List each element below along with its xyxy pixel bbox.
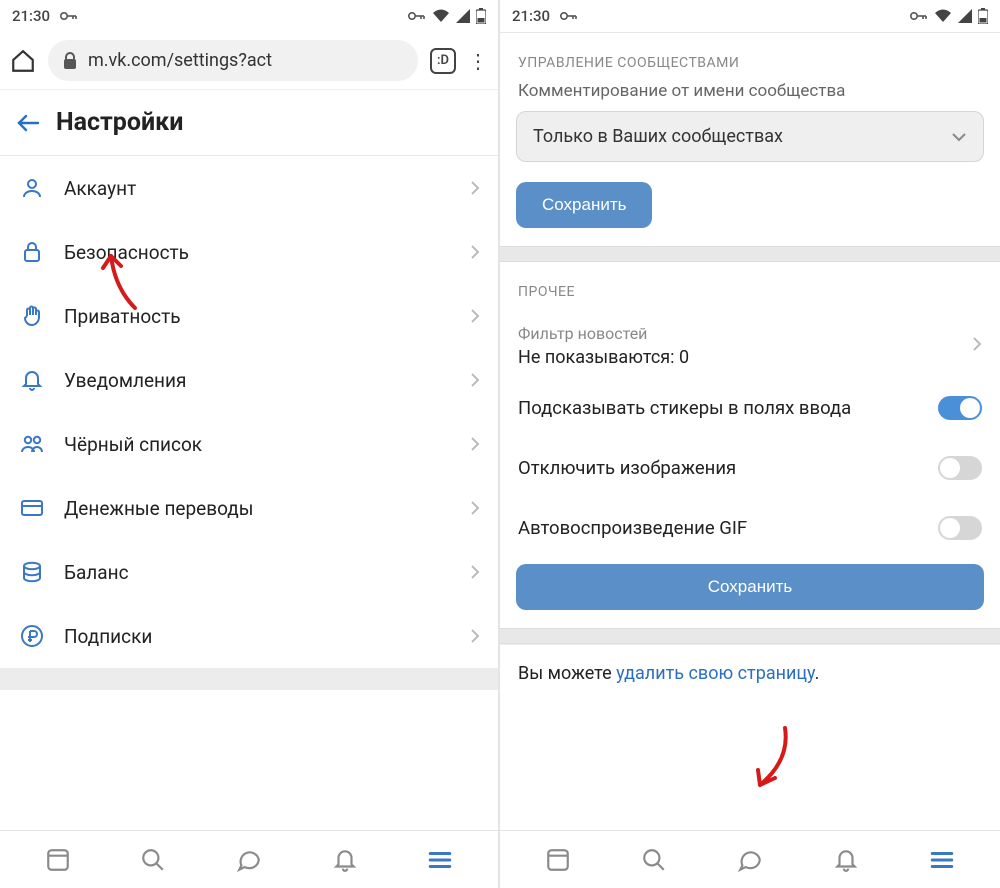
chevron-right-icon — [470, 500, 480, 516]
bell-icon — [18, 368, 46, 392]
settings-item-label: Аккаунт — [64, 177, 452, 200]
lock-icon — [62, 52, 78, 70]
battery-icon — [476, 8, 486, 24]
ruble-icon — [18, 624, 46, 648]
settings-item-label: Денежные переводы — [64, 497, 452, 520]
comment-select[interactable]: Только в Ваших сообществах — [516, 111, 984, 162]
tab-switcher[interactable]: :D — [430, 48, 456, 74]
status-icons — [910, 8, 988, 24]
url-text: m.vk.com/settings?act — [88, 50, 272, 71]
toggle-label: Автовоспроизведение GIF — [518, 517, 747, 539]
nav-menu-icon[interactable] — [427, 849, 453, 871]
nav-notifications-icon[interactable] — [332, 847, 358, 873]
delete-suffix: . — [815, 663, 820, 684]
news-filter-label: Фильтр новостей — [518, 324, 982, 343]
news-filter-row[interactable]: Фильтр новостей Не показываются: 0 — [500, 310, 1000, 378]
url-bar[interactable]: m.vk.com/settings?act — [48, 40, 418, 81]
coins-icon — [18, 560, 46, 584]
comment-label: Комментирование от имени сообщества — [500, 81, 1000, 111]
settings-item-label: Чёрный список — [64, 433, 452, 456]
save-button[interactable]: Сохранить — [516, 564, 984, 610]
toggle-images-row[interactable]: Отключить изображения — [500, 438, 1000, 498]
toggle-stickers-row[interactable]: Подсказывать стикеры в полях ввода — [500, 378, 1000, 438]
settings-item-label: Баланс — [64, 561, 452, 584]
clock: 21:30 — [12, 7, 50, 25]
card-icon — [18, 496, 46, 520]
chevron-right-icon — [470, 308, 480, 324]
battery-icon — [978, 8, 988, 24]
phone-right: 21:30 УПРАВЛЕНИЕ СООБЩЕСТВАМИ Комментиро… — [500, 0, 1000, 888]
chevron-right-icon — [470, 628, 480, 644]
key-icon — [560, 11, 578, 21]
nav-messages-icon[interactable] — [737, 847, 763, 873]
key-icon — [60, 11, 78, 21]
toggle-switch[interactable] — [938, 516, 982, 540]
delete-page-link[interactable]: удалить свою страницу — [616, 663, 815, 684]
settings-item-blacklist[interactable]: Чёрный список — [0, 412, 498, 476]
nav-search-icon[interactable] — [140, 847, 166, 873]
save-button[interactable]: Сохранить — [516, 182, 652, 228]
section-gap — [0, 668, 498, 690]
page-header: Настройки — [0, 89, 498, 156]
browser-menu-icon[interactable]: ⋮ — [468, 49, 488, 73]
users-icon — [18, 432, 46, 456]
chevron-right-icon — [972, 336, 982, 352]
settings-item-subscriptions[interactable]: Подписки — [0, 604, 498, 668]
toggle-label: Подсказывать стикеры в полях ввода — [518, 397, 851, 419]
toggle-switch[interactable] — [938, 456, 982, 480]
settings-list: Аккаунт Безопасность Приватность Уведомл… — [0, 156, 498, 830]
chevron-down-icon — [951, 132, 967, 142]
bottom-nav — [500, 830, 1000, 888]
phone-left: 21:30 m.vk.com/settings?act :D ⋮ Настрой… — [0, 0, 500, 888]
status-bar: 21:30 — [500, 0, 1000, 32]
settings-item-label: Приватность — [64, 305, 452, 328]
wifi-icon — [934, 9, 952, 23]
delete-prefix: Вы можете — [518, 663, 616, 684]
page-title: Настройки — [56, 108, 183, 137]
settings-item-security[interactable]: Безопасность — [0, 220, 498, 284]
status-bar: 21:30 — [0, 0, 498, 32]
news-filter-value: Не показываются: 0 — [518, 347, 982, 368]
section-header-communities: УПРАВЛЕНИЕ СООБЩЕСТВАМИ — [500, 33, 1000, 81]
settings-item-transfers[interactable]: Денежные переводы — [0, 476, 498, 540]
chevron-right-icon — [470, 436, 480, 452]
browser-toolbar: m.vk.com/settings?act :D ⋮ — [0, 32, 498, 89]
settings-item-account[interactable]: Аккаунт — [0, 156, 498, 220]
section-header-other: ПРОЧЕЕ — [500, 262, 1000, 310]
toggle-gif-row[interactable]: Автовоспроизведение GIF — [500, 498, 1000, 558]
back-button[interactable] — [16, 113, 40, 133]
settings-item-label: Подписки — [64, 625, 452, 648]
chevron-right-icon — [470, 372, 480, 388]
user-icon — [18, 176, 46, 200]
clock: 21:30 — [512, 7, 550, 25]
lock-icon — [18, 240, 46, 264]
nav-menu-icon[interactable] — [929, 849, 955, 871]
nav-messages-icon[interactable] — [236, 847, 262, 873]
settings-item-notifications[interactable]: Уведомления — [0, 348, 498, 412]
section-separator — [500, 246, 1000, 262]
hand-icon — [18, 304, 46, 328]
signal-icon — [958, 9, 972, 23]
settings-item-label: Уведомления — [64, 369, 452, 392]
settings-item-label: Безопасность — [64, 241, 452, 264]
select-value: Только в Ваших сообществах — [533, 126, 783, 147]
nav-notifications-icon[interactable] — [833, 847, 859, 873]
settings-item-privacy[interactable]: Приватность — [0, 284, 498, 348]
toggle-switch[interactable] — [938, 396, 982, 420]
settings-item-balance[interactable]: Баланс — [0, 540, 498, 604]
chevron-right-icon — [470, 564, 480, 580]
toggle-label: Отключить изображения — [518, 457, 736, 479]
nav-feed-icon[interactable] — [45, 847, 71, 873]
status-icons — [408, 8, 486, 24]
nav-feed-icon[interactable] — [545, 847, 571, 873]
chevron-right-icon — [470, 180, 480, 196]
section-separator — [500, 628, 1000, 644]
bottom-nav — [0, 830, 498, 888]
home-icon[interactable] — [10, 48, 36, 74]
delete-page-row: Вы можете удалить свою страницу. — [500, 644, 1000, 702]
nav-search-icon[interactable] — [641, 847, 667, 873]
wifi-icon — [432, 9, 450, 23]
signal-icon — [456, 9, 470, 23]
chevron-right-icon — [470, 244, 480, 260]
